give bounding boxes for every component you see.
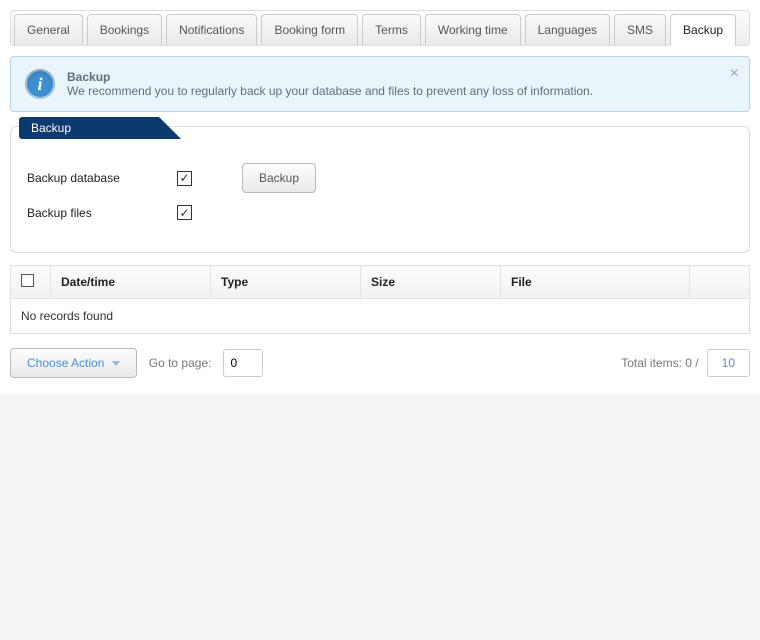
info-icon: i xyxy=(25,69,55,99)
select-all-checkbox[interactable] xyxy=(21,274,34,287)
column-type[interactable]: Type xyxy=(211,266,361,299)
column-file[interactable]: File xyxy=(501,266,690,299)
backup-files-checkbox[interactable] xyxy=(177,205,192,220)
goto-page-input[interactable] xyxy=(223,349,263,377)
panel-title: Backup xyxy=(19,117,181,139)
total-items-label: Total items: 0 / xyxy=(621,356,698,370)
column-datetime[interactable]: Date/time xyxy=(51,266,211,299)
column-actions xyxy=(690,266,750,299)
tab-terms[interactable]: Terms xyxy=(362,14,421,45)
tabs-bar: General Bookings Notifications Booking f… xyxy=(10,10,750,46)
choose-action-label: Choose Action xyxy=(27,356,104,370)
tab-bookings[interactable]: Bookings xyxy=(87,14,162,45)
column-size[interactable]: Size xyxy=(361,266,501,299)
backup-files-label: Backup files xyxy=(27,206,177,220)
backup-panel: Backup Backup database Backup Backup fil… xyxy=(10,126,750,253)
column-select xyxy=(11,266,51,299)
tab-notifications[interactable]: Notifications xyxy=(166,14,257,45)
table-footer: Choose Action Go to page: Total items: 0… xyxy=(10,348,750,378)
tab-languages[interactable]: Languages xyxy=(525,14,610,45)
choose-action-button[interactable]: Choose Action xyxy=(10,348,137,378)
tab-backup[interactable]: Backup xyxy=(670,14,736,46)
empty-row: No records found xyxy=(11,299,750,334)
goto-page-label: Go to page: xyxy=(149,356,212,370)
close-icon[interactable]: × xyxy=(730,65,739,83)
tab-general[interactable]: General xyxy=(14,14,83,45)
tab-working-time[interactable]: Working time xyxy=(425,14,521,45)
alert-message: We recommend you to regularly back up yo… xyxy=(67,84,593,98)
backup-button[interactable]: Backup xyxy=(242,163,316,193)
backup-database-label: Backup database xyxy=(27,171,177,185)
alert-title: Backup xyxy=(67,70,593,84)
per-page-button[interactable]: 10 xyxy=(707,349,750,377)
chevron-down-icon xyxy=(112,361,120,366)
info-alert: i Backup We recommend you to regularly b… xyxy=(10,56,750,112)
tab-sms[interactable]: SMS xyxy=(614,14,666,45)
backup-database-checkbox[interactable] xyxy=(177,171,192,186)
tab-booking-form[interactable]: Booking form xyxy=(261,14,358,45)
backup-table: Date/time Type Size File No records foun… xyxy=(10,265,750,334)
